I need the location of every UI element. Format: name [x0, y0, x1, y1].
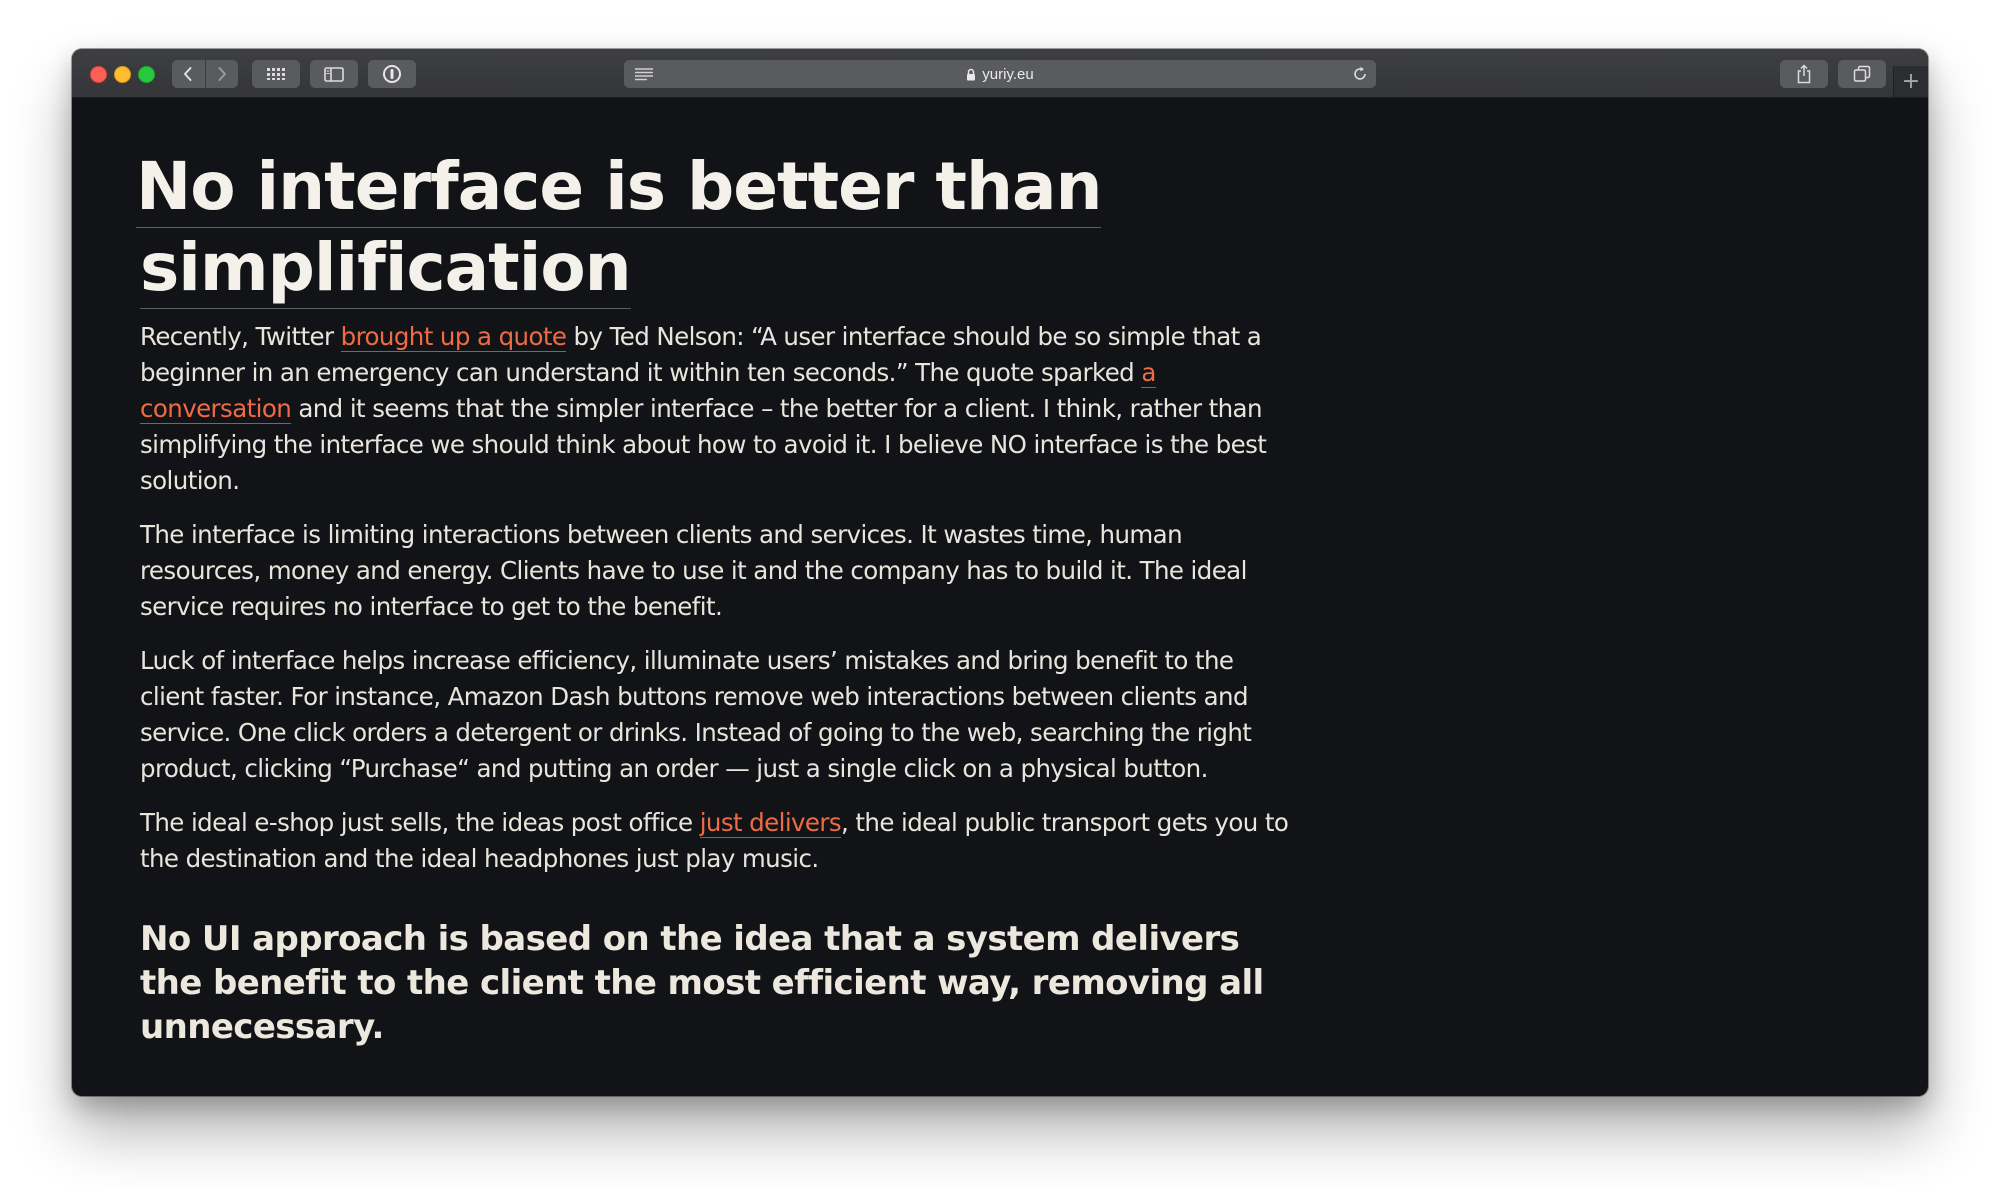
browser-toolbar: yuriy.eu + [72, 49, 1928, 98]
title-line-1: No interface is better than [136, 147, 1102, 228]
paragraph-text: Recently, Twitter [140, 322, 341, 351]
password-icon [383, 65, 401, 83]
new-tab-button[interactable]: + [1893, 66, 1928, 97]
sidebar-toggle-button[interactable] [310, 60, 358, 88]
minimize-window-button[interactable] [114, 66, 131, 83]
page-content: No interface is better than simplificati… [72, 98, 1928, 1096]
chevron-right-icon [218, 67, 226, 81]
reload-icon[interactable] [1352, 66, 1368, 82]
address-bar[interactable]: yuriy.eu [624, 60, 1376, 88]
share-button[interactable] [1780, 60, 1828, 88]
back-button[interactable] [172, 60, 205, 88]
paragraph-interface-limits: The interface is limiting interactions b… [140, 520, 1247, 621]
password-extension-button[interactable] [368, 60, 416, 88]
just-delivers-link[interactable]: just delivers [699, 808, 842, 838]
article: No interface is better than simplificati… [136, 147, 1316, 1049]
share-icon [1797, 64, 1811, 84]
article-title: No interface is better than simplificati… [136, 147, 1316, 309]
top-sites-button[interactable] [252, 60, 300, 88]
navigation-buttons [172, 60, 238, 88]
maximize-window-button[interactable] [138, 66, 155, 83]
paragraph-text: The ideal e-shop just sells, the ideas p… [140, 808, 700, 837]
url-text: yuriy.eu [982, 65, 1034, 83]
title-line-2: simplification [140, 228, 632, 309]
paragraph-efficiency: Luck of interface helps increase efficie… [140, 646, 1252, 783]
section-heading: No UI approach is based on the idea that… [140, 919, 1264, 1047]
chevron-left-icon [184, 67, 192, 81]
paragraph-text: and it seems that the simpler interface … [140, 394, 1267, 495]
paragraph-intro: Recently, Twitter brought up a quote by … [140, 319, 1290, 499]
grid-icon [267, 68, 285, 80]
close-window-button[interactable] [90, 66, 107, 83]
paragraph-ideal-services: The ideal e-shop just sells, the ideas p… [140, 805, 1290, 877]
browser-window: yuriy.eu + No interface is better than s… [72, 49, 1928, 1096]
tab-overview-icon [1853, 65, 1871, 82]
forward-button[interactable] [205, 60, 238, 88]
sidebar-icon [324, 66, 344, 82]
lock-icon [967, 68, 976, 80]
tab-overview-button[interactable] [1838, 60, 1886, 88]
brought-up-a-quote-link[interactable]: brought up a quote [340, 322, 567, 352]
